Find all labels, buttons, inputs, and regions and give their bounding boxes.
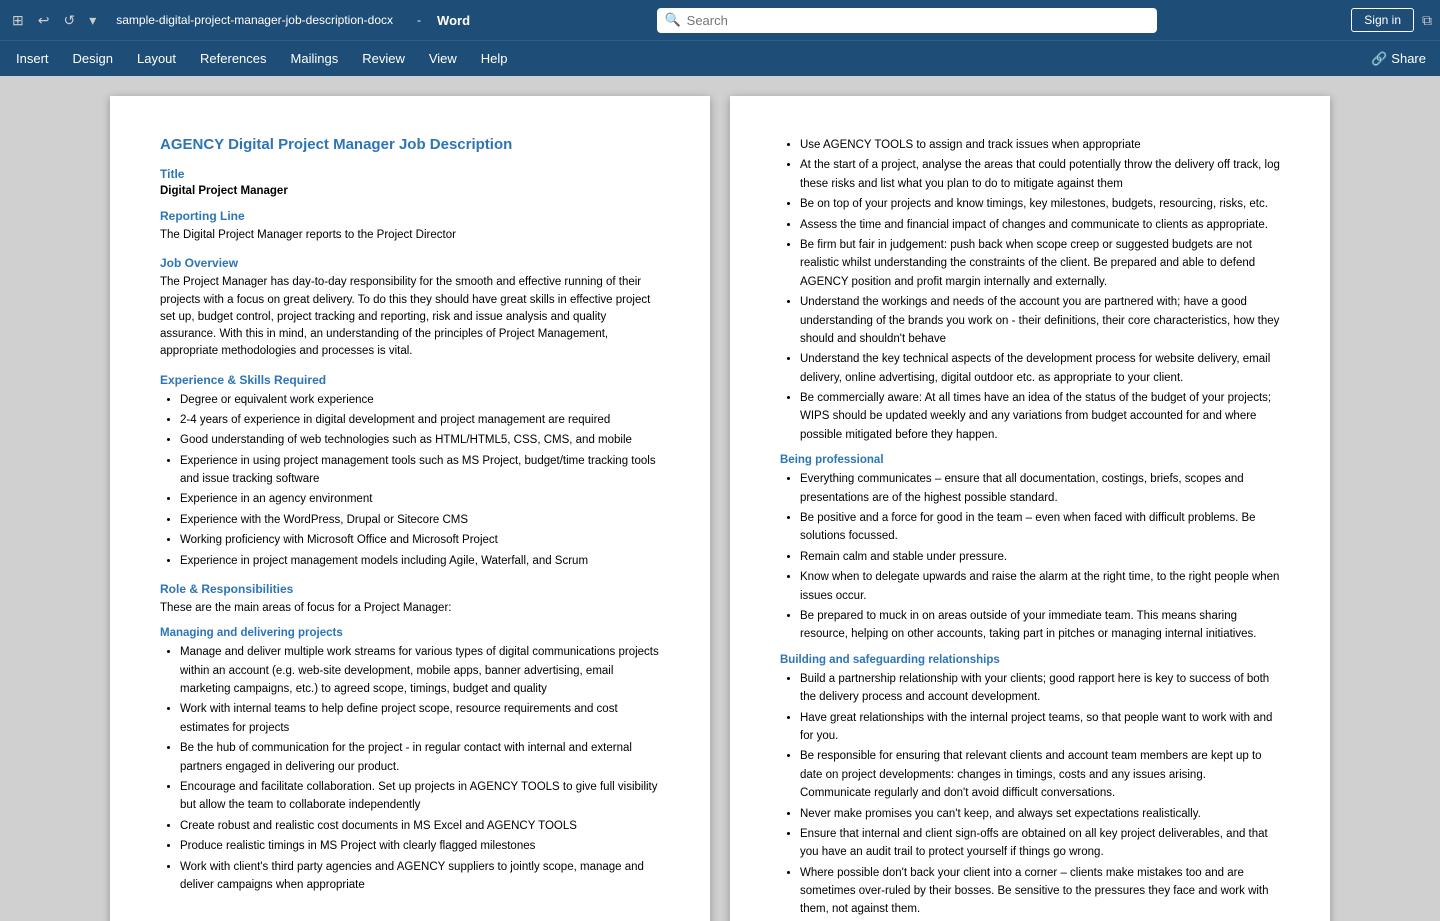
list-item: Experience in an agency environment xyxy=(180,490,660,508)
restore-icon[interactable]: ⧉ xyxy=(1422,12,1432,29)
relationships-list: Build a partnership relationship with yo… xyxy=(780,670,1280,919)
title-separator: - xyxy=(417,13,421,27)
sub-heading-professional: Being professional xyxy=(780,454,1280,466)
menu-review[interactable]: Review xyxy=(350,45,417,72)
list-item: Know when to delegate upwards and raise … xyxy=(800,568,1280,605)
list-item: Be the hub of communication for the proj… xyxy=(180,739,660,776)
menu-help[interactable]: Help xyxy=(469,45,520,72)
list-item: Produce realistic timings in MS Project … xyxy=(180,837,660,855)
list-item: Ensure that internal and client sign-off… xyxy=(800,825,1280,862)
list-item: Work with internal teams to help define … xyxy=(180,700,660,737)
menu-mailings[interactable]: Mailings xyxy=(279,45,351,72)
list-item: Build a partnership relationship with yo… xyxy=(800,670,1280,707)
section-reporting-heading: Reporting Line xyxy=(160,209,660,223)
list-item: Working proficiency with Microsoft Offic… xyxy=(180,531,660,549)
share-button[interactable]: 🔗 Share xyxy=(1357,45,1440,73)
titlebar: ⊞ ↩ ↺ ▾ sample-digital-project-manager-j… xyxy=(0,0,1440,40)
quick-access-icon[interactable]: ▾ xyxy=(85,10,100,31)
list-item: Remain calm and stable under pressure. xyxy=(800,548,1280,566)
list-item: Everything communicates – ensure that al… xyxy=(800,470,1280,507)
sub-heading-relationships: Building and safeguarding relationships xyxy=(780,654,1280,666)
titlebar-right: Sign in ⧉ xyxy=(1351,8,1432,32)
list-item: Work with client's third party agencies … xyxy=(180,858,660,895)
section-reporting-content: The Digital Project Manager reports to t… xyxy=(160,227,660,244)
list-item: 2-4 years of experience in digital devel… xyxy=(180,411,660,429)
menu-view[interactable]: View xyxy=(417,45,469,72)
list-item: Create robust and realistic cost documen… xyxy=(180,817,660,835)
window-controls: ⊞ ↩ ↺ ▾ xyxy=(8,10,100,31)
section-role-heading: Role & Responsibilities xyxy=(160,582,660,596)
list-item: Experience in using project management t… xyxy=(180,452,660,489)
search-input[interactable] xyxy=(657,8,1157,33)
search-icon: 🔍 xyxy=(665,12,681,28)
section-title-heading: Title xyxy=(160,167,660,181)
menu-design[interactable]: Design xyxy=(61,45,125,72)
list-item: Understand the key technical aspects of … xyxy=(800,350,1280,387)
document-title: sample-digital-project-manager-job-descr… xyxy=(116,13,393,27)
list-item: Good understanding of web technologies s… xyxy=(180,431,660,449)
page-left: AGENCY Digital Project Manager Job Descr… xyxy=(110,96,710,921)
section-overview-heading: Job Overview xyxy=(160,256,660,270)
list-item: Degree or equivalent work experience xyxy=(180,391,660,409)
list-item: Be on top of your projects and know timi… xyxy=(800,195,1280,213)
list-item: Be responsible for ensuring that relevan… xyxy=(800,747,1280,802)
experience-list: Degree or equivalent work experience 2-4… xyxy=(160,391,660,571)
managing-list: Manage and deliver multiple work streams… xyxy=(160,643,660,894)
undo-icon[interactable]: ↩ xyxy=(34,10,54,31)
menu-insert[interactable]: Insert xyxy=(4,45,61,72)
section-overview-content: The Project Manager has day-to-day respo… xyxy=(160,274,660,360)
list-item: Encourage and facilitate collaboration. … xyxy=(180,778,660,815)
section-title-content: Digital Project Manager xyxy=(160,185,660,197)
list-item: Be commercially aware: At all times have… xyxy=(800,389,1280,444)
list-item: Have great relationships with the intern… xyxy=(800,709,1280,746)
list-item: Understand the workings and needs of the… xyxy=(800,293,1280,348)
list-item: Where possible don't back your client in… xyxy=(800,864,1280,919)
signin-button[interactable]: Sign in xyxy=(1351,8,1414,32)
list-item: Be prepared to muck in on areas outside … xyxy=(800,607,1280,644)
list-item: Experience with the WordPress, Drupal or… xyxy=(180,511,660,529)
menubar: Insert Design Layout References Mailings… xyxy=(0,40,1440,76)
continuation-list: Use AGENCY TOOLS to assign and track iss… xyxy=(780,136,1280,444)
list-item: Manage and deliver multiple work streams… xyxy=(180,643,660,698)
list-item: Be firm but fair in judgement: push back… xyxy=(800,236,1280,291)
grid-icon[interactable]: ⊞ xyxy=(8,10,28,31)
section-role-intro: These are the main areas of focus for a … xyxy=(160,600,660,617)
list-item: Use AGENCY TOOLS to assign and track iss… xyxy=(800,136,1280,154)
redo-icon[interactable]: ↺ xyxy=(59,10,79,31)
menu-references[interactable]: References xyxy=(188,45,278,72)
list-item: Experience in project management models … xyxy=(180,552,660,570)
section-experience-heading: Experience & Skills Required xyxy=(160,373,660,387)
search-container: 🔍 xyxy=(657,8,1157,33)
page-right: Use AGENCY TOOLS to assign and track iss… xyxy=(730,96,1330,921)
list-item: Assess the time and financial impact of … xyxy=(800,216,1280,234)
doc-title: AGENCY Digital Project Manager Job Descr… xyxy=(160,136,660,153)
app-name: Word xyxy=(437,13,470,28)
sub-heading-managing: Managing and delivering projects xyxy=(160,627,660,639)
document-area: AGENCY Digital Project Manager Job Descr… xyxy=(0,76,1440,921)
professional-list: Everything communicates – ensure that al… xyxy=(780,470,1280,644)
list-item: Be positive and a force for good in the … xyxy=(800,509,1280,546)
list-item: At the start of a project, analyse the a… xyxy=(800,156,1280,193)
list-item: Never make promises you can't keep, and … xyxy=(800,805,1280,823)
menu-layout[interactable]: Layout xyxy=(125,45,188,72)
